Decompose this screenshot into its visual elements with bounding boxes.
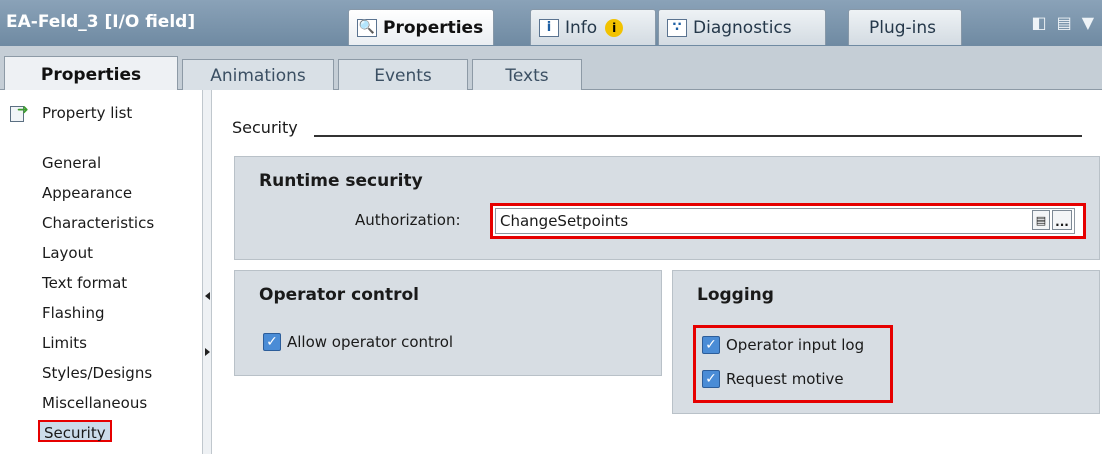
tab-diagnostics[interactable]: ∵ Diagnostics xyxy=(658,9,826,45)
allow-operator-control-label: Allow operator control xyxy=(287,333,454,351)
section-title: Security xyxy=(232,118,298,137)
info-badge-icon: i xyxy=(605,18,624,37)
property-panel: Security Runtime security Authorization:… xyxy=(218,90,1102,454)
subtab-row: Properties Animations Events Texts xyxy=(0,46,1102,92)
nav-item-flashing[interactable]: Flashing xyxy=(42,302,105,324)
tab-plug-ins-label: Plug-ins xyxy=(869,17,937,38)
section-divider xyxy=(314,135,1082,137)
allow-operator-control-checkbox[interactable]: ✓ xyxy=(263,333,281,351)
subtab-texts[interactable]: Texts xyxy=(472,59,582,91)
object-title: EA-Feld_3 [I/O field] xyxy=(6,12,196,32)
property-list-label: Property list xyxy=(42,104,133,122)
authorization-highlight: ChangeSetpoints ▤ ... xyxy=(490,203,1086,239)
expand-right-icon[interactable] xyxy=(205,348,210,356)
tab-properties-label: Properties xyxy=(383,17,484,38)
allow-operator-control-row: ✓ Allow operator control xyxy=(263,333,453,351)
request-motive-checkbox[interactable]: ✓ xyxy=(702,370,720,388)
window-controls: ◧ ▤ ▼ xyxy=(1031,13,1094,32)
property-list-header[interactable]: Property list xyxy=(10,102,133,122)
operator-control-group: Operator control ✓ Allow operator contro… xyxy=(234,270,662,376)
magnifier-document-icon: 🔍 xyxy=(357,18,377,37)
tab-info[interactable]: i Info i xyxy=(530,9,656,45)
logging-highlight: ✓ Operator input log ✓ Request motive xyxy=(693,325,893,403)
nav-item-layout[interactable]: Layout xyxy=(42,242,93,264)
property-list-icon xyxy=(10,102,32,122)
nav-item-limits[interactable]: Limits xyxy=(42,332,87,354)
tab-diagnostics-label: Diagnostics xyxy=(693,17,792,38)
tab-plug-ins[interactable]: Plug-ins xyxy=(848,9,962,45)
browse-button[interactable]: ... xyxy=(1052,210,1072,230)
layout-list-icon[interactable]: ▤ xyxy=(1057,13,1072,32)
nav-item-appearance[interactable]: Appearance xyxy=(42,182,132,204)
authorization-label: Authorization: xyxy=(355,211,461,229)
diagnostics-icon: ∵ xyxy=(667,18,687,37)
runtime-security-group: Runtime security Authorization: ChangeSe… xyxy=(234,156,1100,260)
subtab-properties-label: Properties xyxy=(40,64,142,85)
subtab-events[interactable]: Events xyxy=(338,59,468,91)
title-bar: EA-Feld_3 [I/O field] 🔍 Properties i Inf… xyxy=(0,0,1102,46)
operator-control-title: Operator control xyxy=(259,285,419,305)
request-motive-label: Request motive xyxy=(726,370,844,388)
operator-input-log-checkbox[interactable]: ✓ xyxy=(702,336,720,354)
nav-item-general[interactable]: General xyxy=(42,152,101,174)
tab-properties[interactable]: 🔍 Properties xyxy=(348,9,494,45)
request-motive-row: ✓ Request motive xyxy=(702,370,844,388)
subtab-properties[interactable]: Properties xyxy=(4,56,178,92)
list-icon[interactable]: ▤ xyxy=(1032,210,1050,230)
nav-item-security[interactable]: Security xyxy=(38,420,112,442)
operator-input-log-label: Operator input log xyxy=(726,336,865,354)
window-restore-icon[interactable]: ◧ xyxy=(1031,13,1046,32)
nav-item-text-format[interactable]: Text format xyxy=(42,272,127,294)
nav-item-styles-designs[interactable]: Styles/Designs xyxy=(42,362,152,384)
dropdown-arrow-icon[interactable]: ▼ xyxy=(1082,13,1094,32)
logging-group: Logging ✓ Operator input log ✓ Request m… xyxy=(672,270,1100,414)
nav-item-miscellaneous[interactable]: Miscellaneous xyxy=(42,392,147,414)
authorization-field[interactable]: ChangeSetpoints xyxy=(495,208,1075,234)
tab-info-label: Info xyxy=(565,17,598,38)
operator-input-log-row: ✓ Operator input log xyxy=(702,336,864,354)
nav-item-characteristics[interactable]: Characteristics xyxy=(42,212,154,234)
subtab-events-label: Events xyxy=(374,65,432,86)
subtab-animations[interactable]: Animations xyxy=(182,59,334,91)
content-area: Property list General Appearance Charact… xyxy=(0,90,1102,454)
runtime-security-title: Runtime security xyxy=(259,171,423,191)
logging-title: Logging xyxy=(697,285,774,305)
property-nav: Property list General Appearance Charact… xyxy=(0,90,212,454)
nav-splitter[interactable] xyxy=(202,90,212,454)
collapse-left-icon[interactable] xyxy=(205,292,210,300)
info-table-icon: i xyxy=(539,18,559,37)
subtab-animations-label: Animations xyxy=(210,65,306,86)
subtab-texts-label: Texts xyxy=(505,65,549,86)
